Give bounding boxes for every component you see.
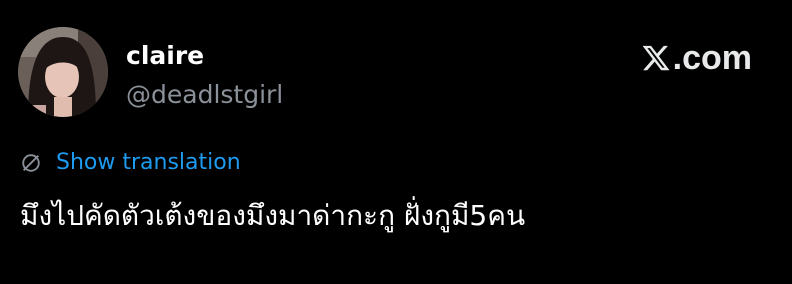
brand-domain: .com (672, 39, 752, 77)
brand-watermark: .com (641, 38, 752, 78)
user-handle[interactable]: @deadlstgirl (126, 80, 283, 110)
avatar-image (18, 27, 108, 117)
show-translation-button[interactable]: Show translation (20, 148, 241, 178)
show-translation-label[interactable]: Show translation (56, 148, 241, 178)
x-logo-icon (642, 45, 670, 71)
avatar[interactable] (18, 27, 108, 117)
tweet-card: claire @deadlstgirl .com Show translatio… (0, 0, 792, 284)
display-name[interactable]: claire (126, 41, 204, 71)
tweet-text: มึงไปคัดตัวเต้งของมึงมาด่ากะกู ฝั่งกูมี5… (20, 199, 526, 232)
globe-slash-icon (22, 154, 40, 172)
